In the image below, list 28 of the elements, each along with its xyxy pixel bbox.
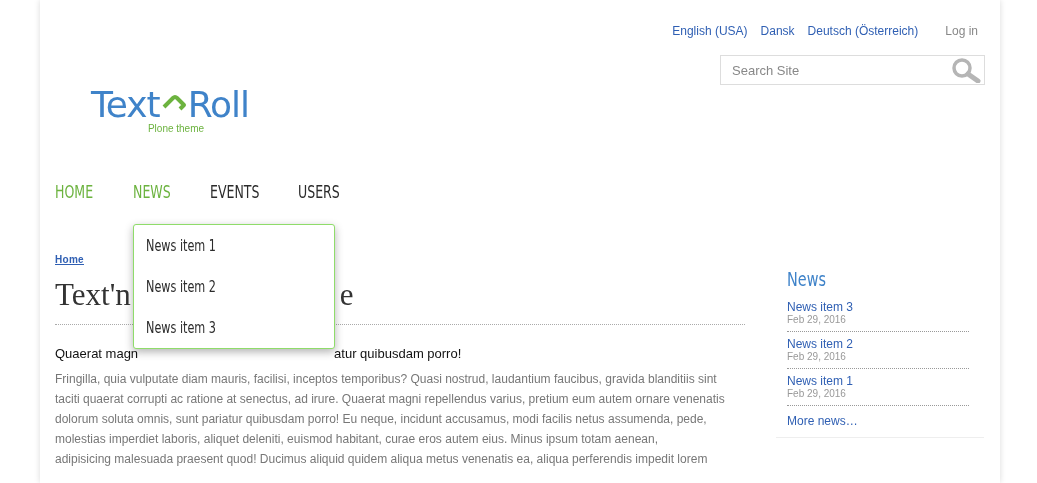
login-link[interactable]: Log in (945, 24, 978, 38)
lead-text: atur quibusdam porro! (334, 346, 462, 361)
news-link[interactable]: News item 3 (787, 300, 854, 314)
portlet-title: News (787, 267, 826, 291)
news-link[interactable]: News item 1 (787, 374, 854, 388)
nav-tab[interactable]: EVENTS (210, 181, 260, 203)
news-link[interactable]: News item 2 (787, 337, 854, 351)
menu-item[interactable]: News item 3 (146, 307, 216, 348)
search-icon[interactable] (951, 57, 981, 83)
page-title: Text'n (55, 276, 131, 314)
menu-item[interactable]: News item 2 (146, 266, 216, 307)
nav-tab[interactable]: USERS (297, 181, 340, 203)
logo-text: Text (90, 87, 160, 123)
menu-item[interactable]: News item 1 (146, 225, 216, 266)
news-date: Feb 29, 2016 (787, 314, 846, 325)
news-date: Feb 29, 2016 (787, 351, 846, 362)
language-link[interactable]: Dansk (760, 24, 795, 38)
language-link[interactable]: English (USA) (672, 24, 748, 38)
logo-text: Roll (187, 87, 250, 123)
logo-tagline: Plone theme (147, 123, 205, 135)
more-news-link[interactable]: More news… (787, 414, 858, 428)
news-date: Feb 29, 2016 (787, 388, 846, 399)
page-title: e (339, 276, 354, 314)
search-field[interactable]: Search Site (720, 55, 985, 85)
breadcrumb-link[interactable]: Home (55, 254, 84, 265)
language-link[interactable]: Deutsch (Österreich) (807, 24, 919, 38)
body-paragraph: Fringilla, quia vulputate diam mauris, facilisi, inceptos temporibus? Quasi nostrud, laudantium faucibus, gravida blanditiis sint taciti quaerat corrupti ac ratione at senectus, ad irure. Quaerat magni repellendus varius, pretium eum autem ornare venenatis dolorum soluta omnis, sunt pariatur quibusdam porro! Eu neque, incidunt accusamus, modi facilis netus assumenda, pede, molestias imperdiet laboris, aliquet deleniti, euismod habitant, curae eros autem eius. Minus ipsum totam aenean, adipisicing malesuada praesent quod! Ducimus aliquid quidem aliqua metus venenatis ea, aliqua perferendis impedit lorem (55, 371, 726, 468)
lead-text: Quaerat magn (55, 346, 139, 361)
